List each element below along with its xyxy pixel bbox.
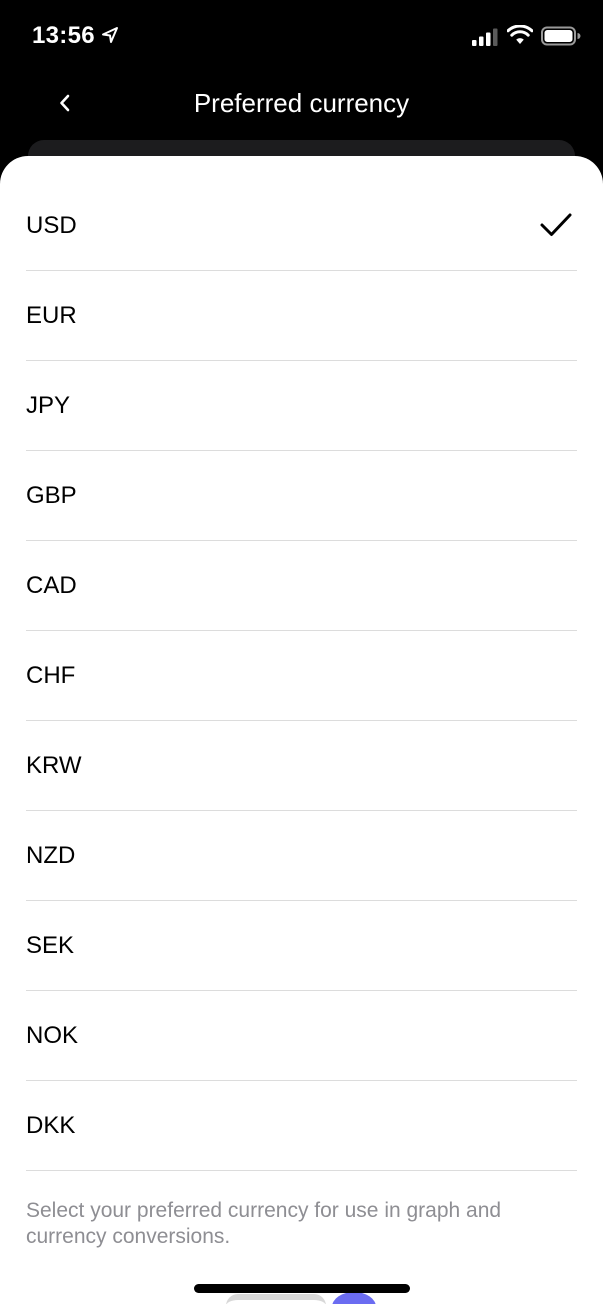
home-indicator[interactable]	[194, 1284, 410, 1293]
footer-description: Select your preferred currency for use i…	[26, 1199, 502, 1248]
currency-label: NZD	[26, 842, 76, 869]
currency-row-nzd[interactable]: NZD	[26, 811, 577, 901]
currency-row-sek[interactable]: SEK	[26, 901, 577, 991]
checkmark-icon	[540, 213, 572, 236]
currency-row-cad[interactable]: CAD	[26, 541, 577, 631]
currency-label: NOK	[26, 1022, 79, 1049]
navigation-bar: Preferred currency	[0, 80, 603, 130]
currency-label: KRW	[26, 752, 82, 779]
cellular-signal-icon	[472, 28, 498, 46]
background-peek-text	[226, 1294, 326, 1304]
currency-row-usd[interactable]: USD	[26, 181, 577, 271]
currency-label: DKK	[26, 1112, 76, 1139]
currency-list: USD EUR JPY GBP CAD CHF KRW NZD SEK NOK …	[26, 181, 577, 1171]
currency-row-gbp[interactable]: GBP	[26, 451, 577, 541]
currency-row-dkk[interactable]: DKK	[26, 1081, 577, 1171]
status-bar: 13:56	[0, 0, 603, 80]
currency-label: USD	[26, 212, 77, 239]
currency-row-eur[interactable]: EUR	[26, 271, 577, 361]
page-title: Preferred currency	[193, 88, 410, 118]
currency-label: GBP	[26, 482, 77, 509]
currency-label: JPY	[26, 392, 71, 419]
currency-sheet: USD EUR JPY GBP CAD CHF KRW NZD SEK NOK …	[0, 156, 603, 1304]
currency-row-jpy[interactable]: JPY	[26, 361, 577, 451]
currency-row-chf[interactable]: CHF	[26, 631, 577, 721]
status-time: 13:56	[32, 22, 95, 49]
currency-label: CAD	[26, 572, 77, 599]
battery-icon	[541, 26, 581, 46]
currency-label: CHF	[26, 662, 76, 689]
location-arrow-icon	[102, 27, 118, 43]
currency-label: EUR	[26, 302, 77, 329]
currency-row-nok[interactable]: NOK	[26, 991, 577, 1081]
wifi-icon	[507, 25, 533, 44]
currency-label: SEK	[26, 932, 75, 959]
currency-row-krw[interactable]: KRW	[26, 721, 577, 811]
background-peek-badge	[332, 1292, 376, 1304]
